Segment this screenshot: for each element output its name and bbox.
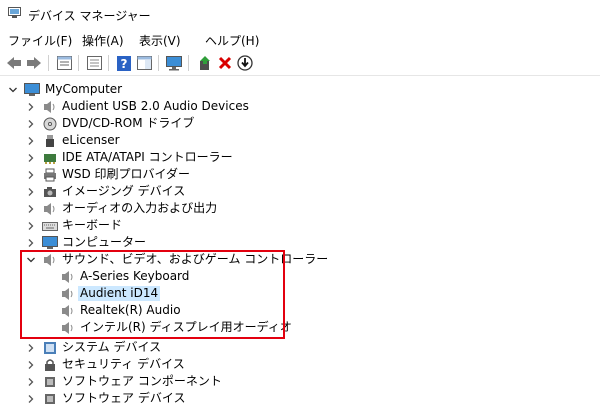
tree-category[interactable]: ソフトウェア コンポーネント	[0, 373, 600, 390]
menu-bar: ファイル(F) 操作(A) 表示(V) ヘルプ(H)	[0, 30, 600, 50]
chevron-right-icon[interactable]	[26, 152, 36, 162]
chevron-right-icon[interactable]	[26, 237, 36, 247]
tree-category-label: WSD 印刷プロバイダー	[62, 167, 191, 181]
speaker-icon	[42, 201, 58, 216]
toolbar-separator	[78, 55, 79, 71]
security-device-icon	[42, 357, 58, 372]
tree-category-label: DVD/CD-ROM ドライブ	[62, 116, 195, 130]
chevron-right-icon[interactable]	[26, 186, 36, 196]
back-arrow-icon[interactable]	[6, 55, 22, 71]
software-component-icon	[42, 374, 58, 389]
tree-category[interactable]: セキュリティ デバイス	[0, 356, 600, 373]
tree-category-label: セキュリティ デバイス	[62, 357, 185, 371]
window-title: デバイス マネージャー	[28, 9, 151, 23]
ide-controller-icon	[42, 150, 58, 165]
tree-category-label: ソフトウェア コンポーネント	[62, 374, 222, 388]
help-icon[interactable]: ?	[116, 55, 132, 71]
menu-help[interactable]: ヘルプ(H)	[205, 32, 259, 49]
update-driver-icon[interactable]	[197, 55, 213, 71]
toolbar: ?	[0, 51, 600, 76]
computer-icon	[24, 82, 40, 97]
chevron-right-icon[interactable]	[26, 118, 36, 128]
chevron-right-icon[interactable]	[26, 376, 36, 386]
tree-category-label: イメージング デバイス	[62, 184, 186, 198]
tree-category-label: システム デバイス	[62, 340, 162, 354]
chevron-right-icon[interactable]	[26, 203, 36, 213]
tree-category-label: コンピューター	[62, 235, 147, 249]
tree-category[interactable]: キーボード	[0, 217, 600, 234]
toolbar-separator	[48, 55, 49, 71]
tree-category[interactable]: コンピューター	[0, 234, 600, 251]
tree-category[interactable]: WSD 印刷プロバイダー	[0, 166, 600, 183]
tree-category[interactable]: システム デバイス	[0, 339, 600, 356]
tree-category-label: eLicenser	[62, 133, 120, 147]
chevron-down-icon[interactable]	[8, 84, 18, 94]
tree-category[interactable]: イメージング デバイス	[0, 183, 600, 200]
tree-category[interactable]: オーディオの入力および出力	[0, 200, 600, 217]
tree-category[interactable]: eLicenser	[0, 132, 600, 149]
tree-root-label: MyComputer	[45, 82, 123, 96]
chevron-right-icon[interactable]	[26, 169, 36, 179]
chevron-right-icon[interactable]	[26, 101, 36, 111]
tree-category-label: Audient USB 2.0 Audio Devices	[62, 99, 249, 113]
download-icon[interactable]	[237, 55, 253, 71]
svg-text:?: ?	[121, 57, 128, 71]
chevron-right-icon[interactable]	[26, 135, 36, 145]
software-device-icon	[42, 391, 58, 406]
keyboard-icon	[42, 218, 58, 233]
chevron-right-icon[interactable]	[26, 220, 36, 230]
device-manager-icon	[8, 7, 21, 19]
tree-category[interactable]: IDE ATA/ATAPI コントローラー	[0, 149, 600, 166]
tree-category[interactable]: ソフトウェア デバイス	[0, 390, 600, 407]
action-pane-icon[interactable]	[136, 55, 152, 71]
tree-category-label: ソフトウェア デバイス	[62, 391, 186, 405]
dvd-drive-icon	[42, 116, 58, 131]
tree-category-label: オーディオの入力および出力	[62, 201, 218, 215]
printer-icon	[42, 167, 58, 182]
chevron-right-icon[interactable]	[26, 342, 36, 352]
forward-arrow-icon[interactable]	[26, 55, 42, 71]
tree-category-label: キーボード	[62, 218, 123, 232]
tree-category[interactable]: Audient USB 2.0 Audio Devices	[0, 98, 600, 115]
tree-root[interactable]: MyComputer	[0, 81, 600, 98]
chevron-right-icon[interactable]	[26, 359, 36, 369]
menu-file[interactable]: ファイル(F)	[8, 32, 72, 49]
monitor-icon[interactable]	[166, 55, 182, 71]
tree-category[interactable]: DVD/CD-ROM ドライブ	[0, 115, 600, 132]
monitor-icon	[42, 235, 58, 250]
device-tree: MyComputer Audient USB 2.0 Audio Devices…	[0, 77, 600, 408]
chevron-right-icon[interactable]	[26, 393, 36, 403]
camera-icon	[42, 184, 58, 199]
title-bar: デバイス マネージャー	[0, 0, 600, 28]
toolbar-separator	[188, 55, 189, 71]
annotation-highlight-box	[20, 250, 285, 339]
tree-category-label: IDE ATA/ATAPI コントローラー	[62, 150, 233, 164]
show-hidden-icon[interactable]	[86, 55, 102, 71]
toolbar-separator	[108, 55, 109, 71]
toolbar-separator	[158, 55, 159, 71]
menu-action[interactable]: 操作(A)	[82, 32, 124, 49]
menu-view[interactable]: 表示(V)	[139, 32, 181, 49]
speaker-icon	[42, 99, 58, 114]
usb-key-icon	[42, 133, 58, 148]
properties-icon[interactable]	[56, 55, 72, 71]
uninstall-icon[interactable]	[217, 55, 233, 71]
system-device-icon	[42, 340, 58, 355]
